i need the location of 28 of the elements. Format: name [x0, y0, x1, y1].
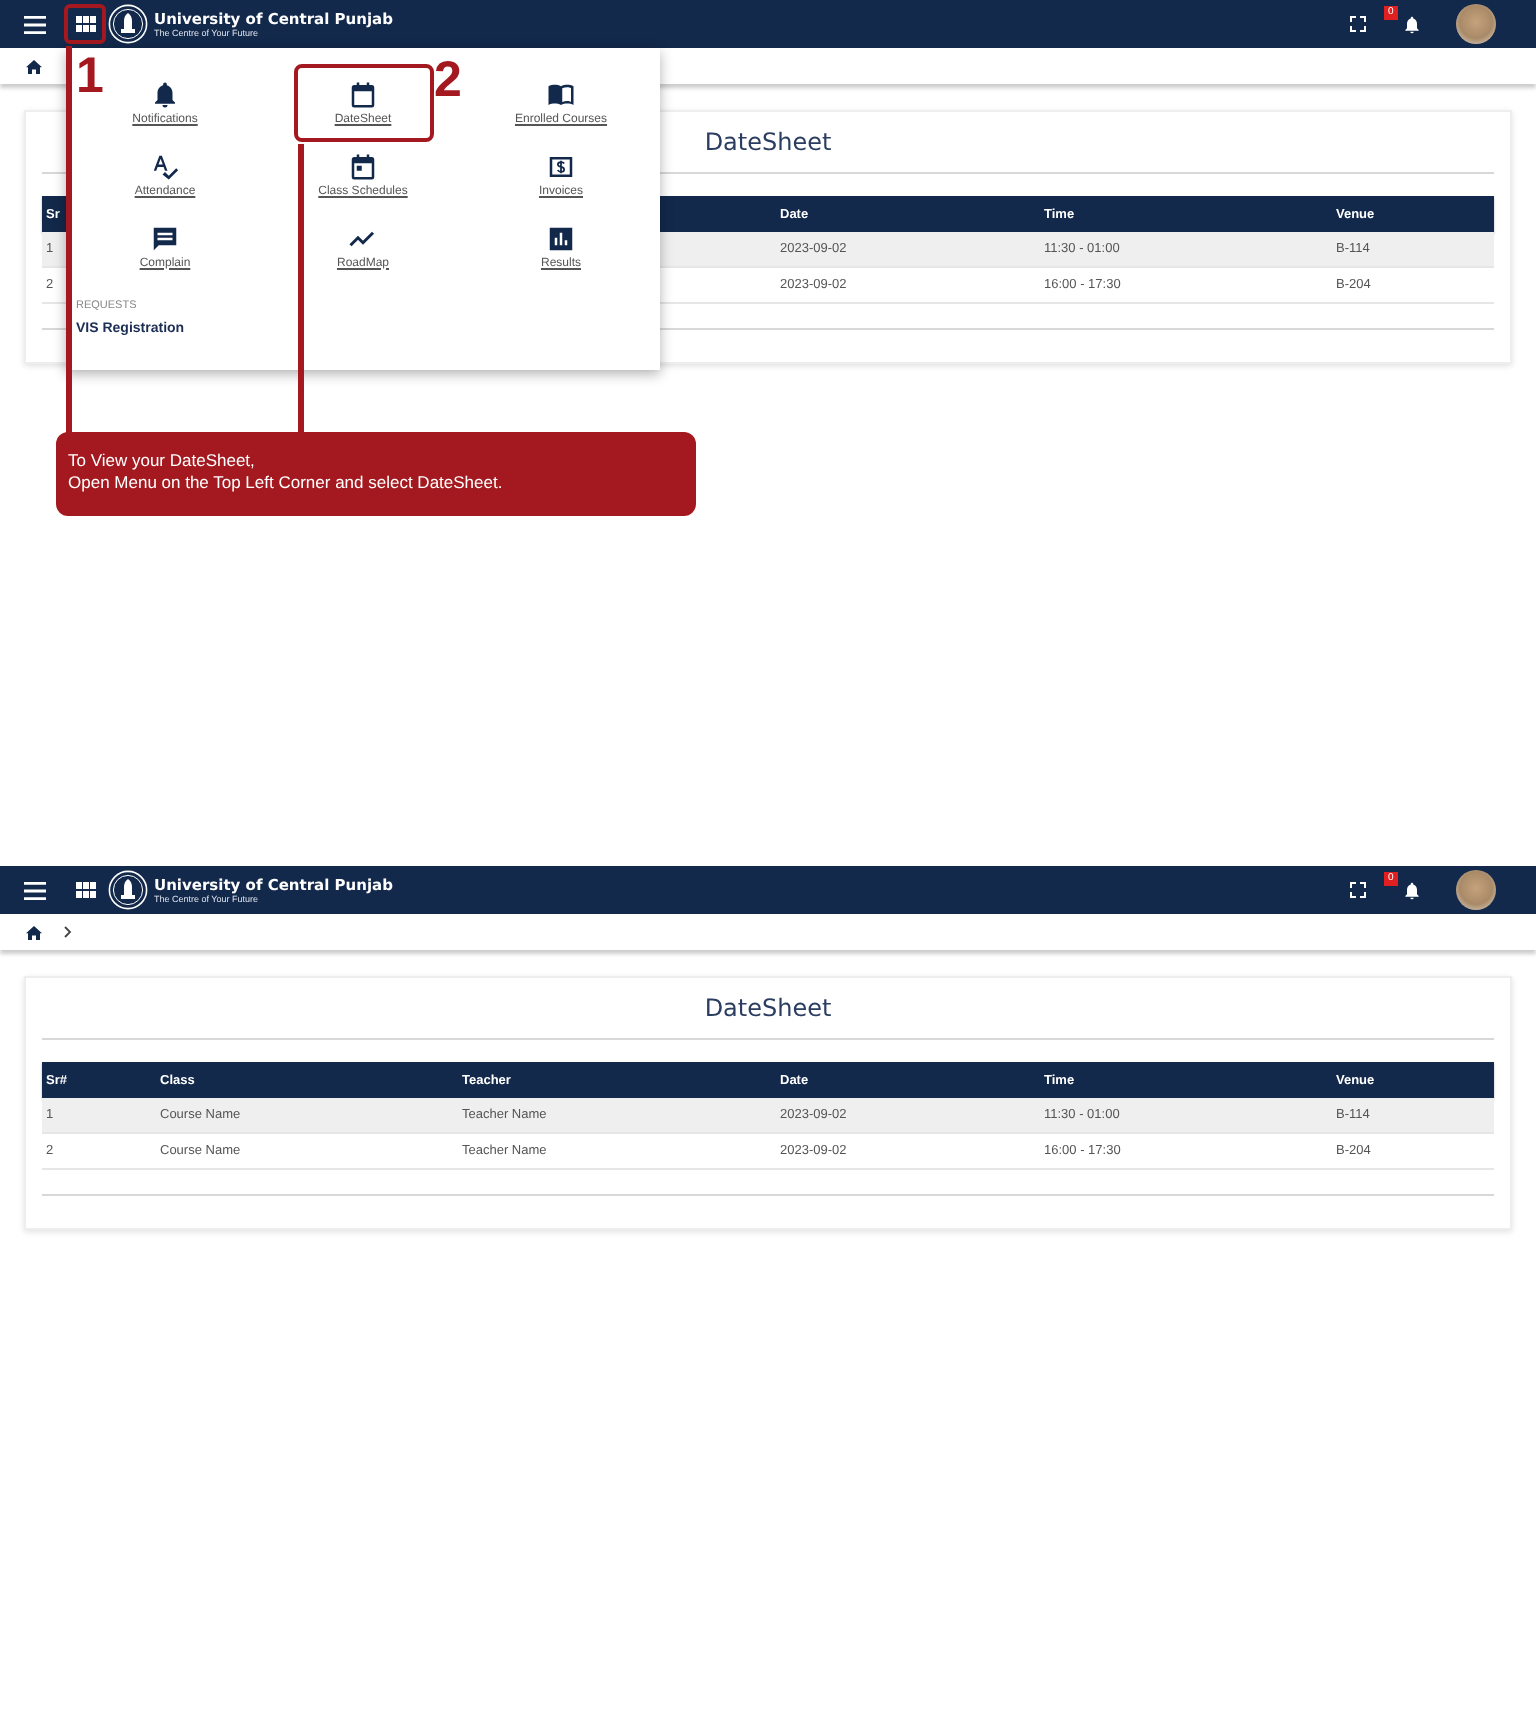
calendar-icon [348, 151, 378, 181]
dollar-icon [546, 151, 576, 181]
bell-icon[interactable] [1402, 13, 1422, 35]
calendar-icon [348, 80, 378, 110]
menu-icon[interactable] [24, 881, 46, 899]
avatar[interactable] [1456, 4, 1496, 44]
chat-icon [150, 223, 180, 253]
card-heading: DateSheet [42, 978, 1494, 1040]
home-icon[interactable] [26, 925, 42, 939]
grid-icon [75, 882, 95, 898]
bell-icon[interactable] [1402, 879, 1422, 901]
instruction-callout: To View your DateSheet, Open Menu on the Top Left Corner and select DateSheet. [56, 432, 696, 516]
step-number: 2 [434, 56, 462, 106]
fullscreen-icon[interactable] [1350, 16, 1366, 32]
book-icon [546, 79, 576, 109]
logo-icon [108, 4, 148, 44]
avatar[interactable] [1456, 870, 1496, 910]
spellcheck-icon [150, 151, 180, 181]
menu-icon[interactable] [24, 15, 46, 33]
bell-icon [150, 79, 180, 109]
apps-button[interactable] [64, 4, 106, 44]
logo-icon [108, 870, 148, 910]
home-icon[interactable] [26, 59, 42, 73]
fullscreen-icon[interactable] [1350, 882, 1366, 898]
grid-icon [75, 16, 95, 32]
chevron-icon [64, 926, 72, 938]
step-number: 1 [76, 52, 104, 102]
bar-chart-icon [546, 223, 576, 253]
